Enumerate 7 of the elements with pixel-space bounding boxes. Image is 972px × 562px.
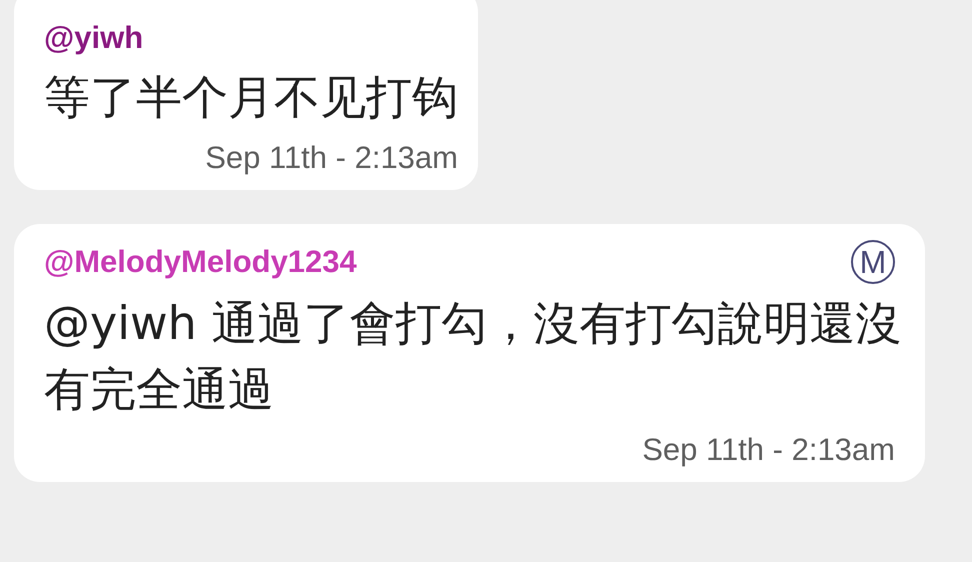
username: @MelodyMelody1234 [44,243,357,281]
username: @yiwh [44,19,144,57]
timestamp: Sep 11th - 2:13am [641,432,895,468]
timestamp: Sep 11th - 2:13am [204,140,458,176]
message-text: @yiwh 通過了會打勾，沒有打勾說明還沒有完全通過 [44,295,902,418]
moderator-badge: M [851,240,895,284]
message-text: 等了半个月不见打钩 [44,69,458,126]
